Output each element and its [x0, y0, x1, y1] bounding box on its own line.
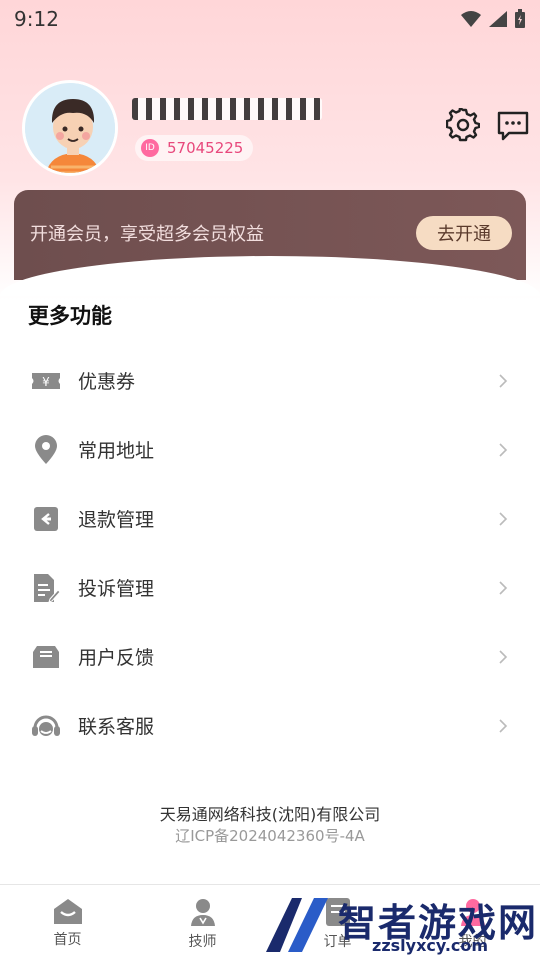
menu-item-label: 投诉管理 [78, 578, 155, 600]
menu-item-complaint[interactable]: 投诉管理 [0, 553, 540, 622]
menu-item-label: 优惠券 [78, 371, 136, 393]
user-id-value: 57045225 [167, 139, 244, 157]
menu-item-label: 用户反馈 [78, 647, 155, 669]
membership-banner: 开通会员，享受超多会员权益 去开通 [0, 190, 540, 296]
menu-item-label: 常用地址 [78, 440, 155, 462]
coupon-icon: ¥ [30, 365, 62, 397]
tab-label: 首页 [53, 932, 82, 948]
watermark-url: zzslyxcy.com [372, 936, 489, 955]
company-name: 天易通网络科技(沈阳)有限公司 [159, 805, 381, 824]
svg-text:¥: ¥ [42, 375, 50, 389]
location-icon [30, 434, 62, 466]
chevron-right-icon [499, 373, 508, 388]
menu-item-customer-service[interactable]: 联系客服 [0, 691, 540, 760]
battery-icon [515, 9, 525, 28]
status-time: 9:12 [14, 7, 59, 31]
message-icon[interactable] [496, 108, 530, 142]
wifi-icon [461, 11, 481, 27]
footer: 天易通网络科技(沈阳)有限公司 辽ICP备2024042360号-4A [0, 804, 540, 846]
settings-gear-icon[interactable] [446, 108, 480, 142]
menu-item-feedback[interactable]: 用户反馈 [0, 622, 540, 691]
menu-item-coupon[interactable]: ¥ 优惠券 [0, 346, 540, 415]
home-icon [53, 899, 82, 924]
tab-technician[interactable]: 技师 [135, 885, 270, 960]
feedback-icon [30, 641, 62, 673]
menu-item-label: 联系客服 [78, 716, 155, 738]
feature-menu-list: ¥ 优惠券 常用地址 退款管理 投诉管理 用户反馈 联系客服 [0, 346, 540, 760]
watermark-overlay: 智者游戏网 zzslyxcy.com [262, 890, 540, 960]
watermark-logo-icon [266, 898, 328, 952]
tab-label: 技师 [188, 934, 217, 950]
tab-home[interactable]: 首页 [0, 885, 135, 960]
status-bar: 9:12 [0, 0, 540, 38]
menu-item-label: 退款管理 [78, 509, 155, 531]
chevron-right-icon [499, 718, 508, 733]
username-redacted [132, 98, 322, 120]
id-icon: ID [141, 139, 159, 157]
user-id-badge: ID 57045225 [135, 135, 254, 161]
icp-license: 辽ICP备2024042360号-4A [175, 827, 365, 845]
refund-icon [30, 503, 62, 535]
complaint-icon [30, 572, 62, 604]
chevron-right-icon [499, 442, 508, 457]
headset-icon [30, 710, 62, 742]
chevron-right-icon [499, 580, 508, 595]
status-icons [460, 9, 526, 29]
signal-icon [489, 11, 507, 27]
menu-item-address[interactable]: 常用地址 [0, 415, 540, 484]
chevron-right-icon [499, 511, 508, 526]
menu-item-refund[interactable]: 退款管理 [0, 484, 540, 553]
open-membership-button[interactable]: 去开通 [416, 216, 512, 250]
avatar[interactable] [22, 80, 118, 176]
section-title: 更多功能 [28, 304, 112, 328]
membership-promo-text: 开通会员，享受超多会员权益 [30, 224, 264, 245]
chevron-right-icon [499, 649, 508, 664]
technician-icon [190, 899, 215, 926]
